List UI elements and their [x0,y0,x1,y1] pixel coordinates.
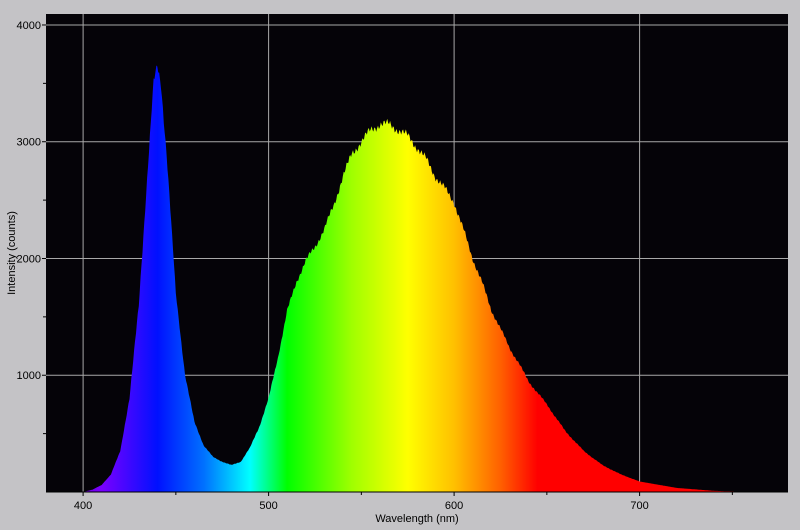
x-tick-label: 700 [630,500,648,512]
x-tick-label: 600 [445,500,463,512]
y-tick-label: 1000 [17,370,41,382]
x-axis-label: Wavelength (nm) [375,513,458,525]
x-tick-label: 500 [259,500,277,512]
y-axis-label: Intensity (counts) [6,211,18,295]
y-tick-label: 2000 [17,253,41,265]
y-tick-label: 3000 [17,137,41,149]
x-tick-label: 400 [74,500,92,512]
y-tick-label: 4000 [17,20,41,32]
spectrum-chart: 400 500 600 700 1000 2000 3000 4000 Wavelength … [6,14,788,525]
